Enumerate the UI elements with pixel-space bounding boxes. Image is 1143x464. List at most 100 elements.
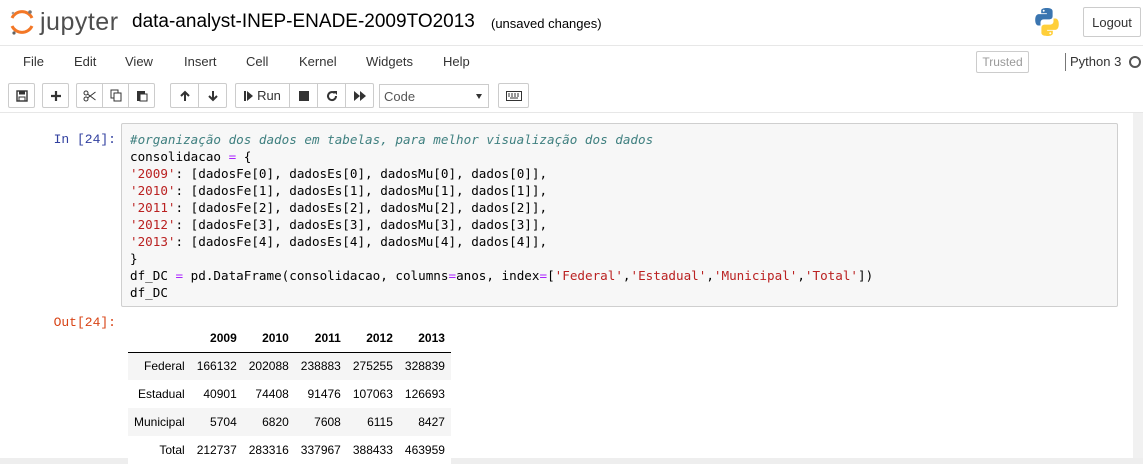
notebook-area: In [24]: #organização dos dados em tabel… xyxy=(0,113,1143,464)
column-header: 2009 xyxy=(190,325,243,353)
row-index: Municipal xyxy=(134,415,185,429)
kernel-divider xyxy=(1065,53,1066,71)
stop-icon xyxy=(298,90,309,101)
header: jupyter data-analyst-INEP-ENADE-2009TO20… xyxy=(0,0,1143,45)
python-logo-icon xyxy=(1035,8,1059,36)
arrow-up-icon xyxy=(179,90,190,101)
column-header: 2013 xyxy=(398,325,451,353)
kernel-name[interactable]: Python 3 xyxy=(1070,54,1121,69)
table-cell: 126693 xyxy=(404,387,445,401)
table-row: Estadual 40901 74408 91476 107063 126693 xyxy=(128,380,451,408)
vertical-scrollbar[interactable] xyxy=(1133,113,1143,458)
kernel-idle-indicator-icon xyxy=(1129,56,1141,68)
table-cell: 275255 xyxy=(352,359,393,374)
refresh-icon xyxy=(326,90,337,101)
plus-icon xyxy=(50,90,61,101)
save-icon xyxy=(15,89,28,102)
code-line: '2010': [dadosFe[1], dadosEs[1], dadosMu… xyxy=(130,183,548,198)
code-line: df_DC = pd.DataFrame(consolidacao, colum… xyxy=(130,268,874,283)
table-cell: 283316 xyxy=(248,443,289,457)
code-line: } xyxy=(130,251,138,266)
run-label: Run xyxy=(257,88,281,103)
table-cell: 107063 xyxy=(352,387,393,401)
logout-button[interactable]: Logout xyxy=(1083,7,1141,37)
table-cell: 6820 xyxy=(262,415,289,429)
table-cell: 337967 xyxy=(300,443,341,457)
dataframe-table: 2009 2010 2011 2012 2013 Federal 166132 … xyxy=(128,325,451,464)
menu-widgets[interactable]: Widgets xyxy=(366,54,413,69)
restart-run-all-button[interactable] xyxy=(345,83,374,108)
row-index: Federal xyxy=(144,359,185,374)
table-row: Federal 166132 202088 238883 275255 3288… xyxy=(128,352,451,380)
interrupt-button[interactable] xyxy=(289,83,318,108)
menu-view[interactable]: View xyxy=(125,54,153,69)
insert-cell-button[interactable] xyxy=(42,83,69,108)
arrow-down-icon xyxy=(207,90,218,101)
menu-help[interactable]: Help xyxy=(443,54,470,69)
table-cell: 91476 xyxy=(307,387,341,401)
table-header-row: 2009 2010 2011 2012 2013 xyxy=(128,325,451,353)
table-cell: 238883 xyxy=(300,359,341,374)
cell-type-select[interactable]: Code xyxy=(379,84,489,108)
paste-button[interactable] xyxy=(128,83,155,108)
table-row: Total 212737 283316 337967 388433 463959 xyxy=(128,436,451,464)
table-cell: 388433 xyxy=(352,443,393,457)
copy-icon xyxy=(110,89,121,102)
row-index: Total xyxy=(159,443,185,457)
jupyter-logo-icon xyxy=(10,10,34,35)
menu-insert[interactable]: Insert xyxy=(184,54,217,69)
menu-edit[interactable]: Edit xyxy=(74,54,96,69)
table-cell: 5704 xyxy=(210,415,237,429)
code-line: '2012': [dadosFe[3], dadosEs[3], dadosMu… xyxy=(130,217,548,232)
run-button[interactable]: Run xyxy=(235,83,290,108)
menu-cell[interactable]: Cell xyxy=(246,54,268,69)
code-line: '2013': [dadosFe[4], dadosEs[4], dadosMu… xyxy=(130,234,548,249)
table-row: Municipal 5704 6820 7608 6115 8427 xyxy=(128,408,451,436)
jupyter-logo[interactable]: jupyter xyxy=(8,8,119,36)
table-cell: 463959 xyxy=(404,443,445,457)
chevron-down-icon xyxy=(476,94,482,99)
scissors-icon xyxy=(83,90,96,101)
toolbar: Run Code xyxy=(0,80,1143,113)
copy-button[interactable] xyxy=(102,83,129,108)
table-cell: 8427 xyxy=(418,415,445,429)
table-cell: 328839 xyxy=(404,359,445,374)
fast-forward-icon xyxy=(353,90,366,101)
jupyter-logo-text: jupyter xyxy=(40,7,119,36)
menu-kernel[interactable]: Kernel xyxy=(299,54,337,69)
table-cell: 202088 xyxy=(248,359,289,374)
restart-button[interactable] xyxy=(317,83,346,108)
table-cell: 40901 xyxy=(203,387,237,401)
save-status: (unsaved changes) xyxy=(491,16,602,31)
notebook-container: In [24]: #organização dos dados em tabel… xyxy=(0,113,1143,464)
trusted-badge[interactable]: Trusted xyxy=(976,51,1029,73)
notebook-title[interactable]: data-analyst-INEP-ENADE-2009TO2013 xyxy=(132,11,475,33)
column-header: 2010 xyxy=(242,325,295,353)
move-down-button[interactable] xyxy=(198,83,227,108)
step-forward-icon xyxy=(244,90,254,101)
move-up-button[interactable] xyxy=(170,83,199,108)
table-cell: 74408 xyxy=(255,387,289,401)
menu-file[interactable]: File xyxy=(23,54,44,69)
table-cell: 166132 xyxy=(196,359,237,374)
cell-type-value: Code xyxy=(384,88,416,104)
code-editor[interactable]: #organização dos dados em tabelas, para … xyxy=(121,123,1118,307)
code-line: consolidacao = { xyxy=(130,149,252,164)
command-palette-button[interactable] xyxy=(498,83,529,108)
paste-icon xyxy=(136,91,147,102)
menubar: File Edit View Insert Cell Kernel Widget… xyxy=(0,45,1143,80)
keyboard-icon xyxy=(505,90,522,101)
table-cell: 7608 xyxy=(314,415,341,429)
column-header: 2012 xyxy=(346,325,399,353)
row-index: Estadual xyxy=(138,387,185,401)
table-cell: 212737 xyxy=(196,443,237,457)
input-prompt: In [24]: xyxy=(53,132,116,147)
code-line: '2011': [dadosFe[2], dadosEs[2], dadosMu… xyxy=(130,200,548,215)
code-line: #organização dos dados em tabelas, para … xyxy=(130,132,654,147)
column-header: 2011 xyxy=(294,325,347,353)
code-line: df_DC xyxy=(130,285,168,300)
save-button[interactable] xyxy=(8,83,35,108)
output-prompt: Out[24]: xyxy=(53,315,116,330)
index-header xyxy=(128,325,191,353)
cut-button[interactable] xyxy=(76,83,103,108)
